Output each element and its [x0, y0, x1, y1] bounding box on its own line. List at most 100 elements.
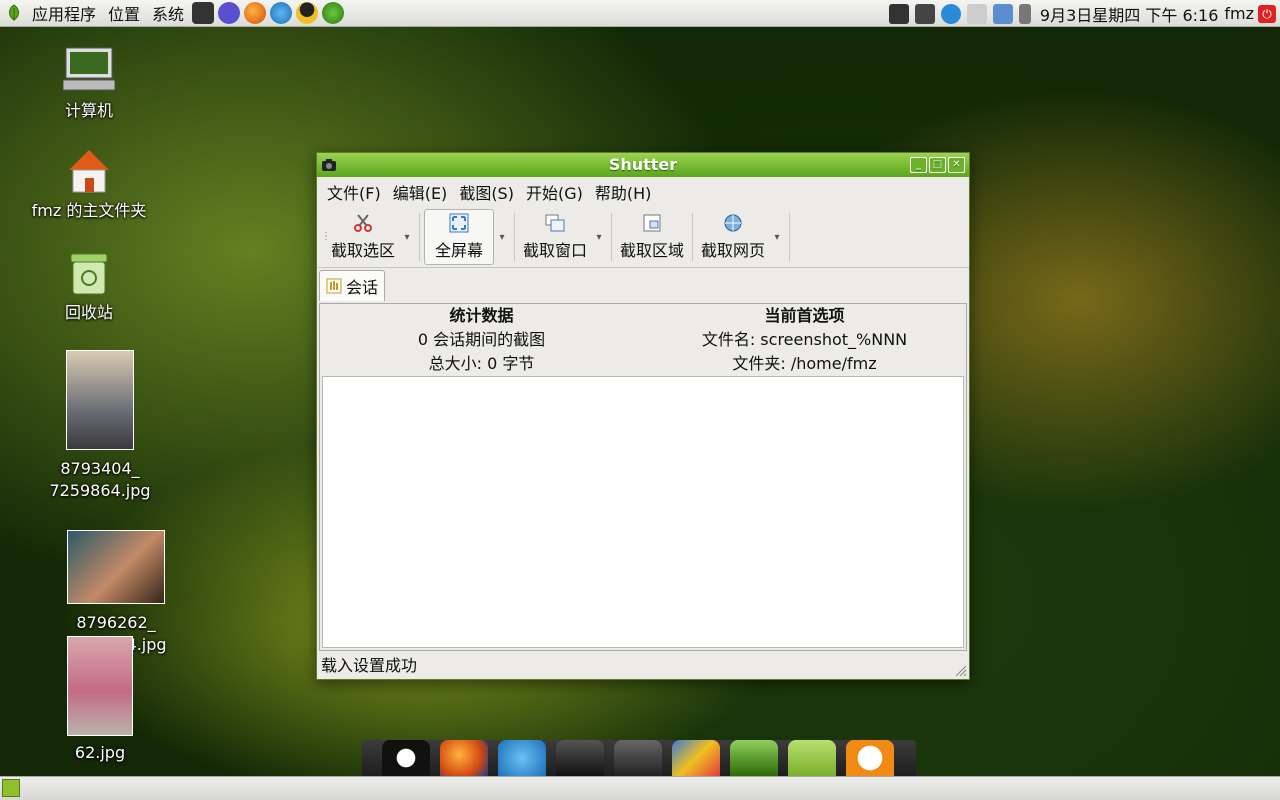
desktop-icon-label: 计算机	[64, 101, 113, 120]
statistics-column: 统计数据 0 会话期间的截图 总大小: 0 字节	[320, 304, 643, 376]
capture-section-button[interactable]: 截取区域	[616, 207, 688, 267]
firefox-launcher-icon[interactable]	[244, 2, 267, 24]
video-dock-icon[interactable]	[672, 740, 720, 776]
bottom-panel	[0, 776, 1280, 800]
desktop-dock-icon[interactable]	[788, 740, 836, 776]
menu-screenshot[interactable]: 截图(S)	[453, 180, 520, 204]
capture-window-button[interactable]: 截取窗口	[519, 207, 591, 267]
camera-launcher-icon[interactable]	[192, 2, 215, 24]
scissors-icon	[354, 214, 372, 232]
tool-label: 截取窗口	[523, 241, 588, 260]
capture-web-button[interactable]: 截取网页	[697, 207, 769, 267]
tab-session[interactable]: 会话	[319, 270, 386, 301]
trash-icon	[70, 253, 108, 295]
capture-selection-button[interactable]: 截取选区	[327, 207, 399, 267]
power-icon[interactable]: ⏻	[1258, 4, 1276, 23]
tab-strip: 会话	[317, 268, 969, 301]
printer-tray-icon[interactable]	[966, 3, 987, 24]
tool-label: 截取选区	[331, 241, 396, 260]
statistics-heading: 统计数据	[449, 306, 514, 325]
preferences-heading: 当前首选项	[764, 306, 845, 325]
camera-tray-icon-2[interactable]	[914, 3, 935, 24]
minimize-button[interactable]: _	[910, 157, 927, 173]
tool-label: 截取区域	[620, 241, 685, 260]
window-icon	[545, 214, 565, 232]
panel-left: 应用程序 位置 系统	[0, 0, 346, 26]
browser-dock-icon[interactable]	[498, 740, 546, 776]
toolbar-separator	[692, 213, 694, 261]
browser-tray-icon[interactable]	[940, 3, 961, 24]
menu-file[interactable]: 文件(F)	[321, 180, 387, 204]
turtle-launcher-icon[interactable]	[322, 2, 345, 24]
toolbar-separator	[789, 213, 791, 261]
desktop-icon-computer[interactable]: 计算机	[30, 44, 148, 122]
desktop-icon-home[interactable]: fmz 的主文件夹	[20, 148, 158, 222]
toolbar: ⋮ 截取选区 ▾ 全屏幕 ▾ 截取窗口 ▾ 截取区域 截取网页 ▾	[317, 207, 969, 268]
menu-go[interactable]: 开始(G)	[520, 180, 589, 204]
desktop-icon-trash[interactable]: 回收站	[30, 250, 148, 324]
fullscreen-dropdown-arrow[interactable]: ▾	[494, 207, 510, 267]
browser-launcher-icon[interactable]	[270, 2, 293, 24]
clock-dock-icon[interactable]	[846, 740, 894, 776]
volume-icon[interactable]	[1018, 3, 1031, 24]
system-menu[interactable]: 系统	[146, 1, 190, 25]
maximize-button[interactable]: □	[929, 157, 946, 173]
window-title: Shutter	[608, 155, 678, 174]
network-tray-icon[interactable]	[992, 3, 1013, 24]
desktop-icon-label: fmz 的主文件夹	[31, 201, 147, 220]
window-dropdown-arrow[interactable]: ▾	[591, 207, 607, 267]
desktop-icon-photo-3[interactable]: 62.jpg	[50, 636, 150, 764]
camera-dock-icon-2[interactable]	[614, 740, 662, 776]
dock	[362, 740, 916, 776]
window-titlebar[interactable]: Shutter _ □ ✕	[317, 153, 969, 177]
computer-icon	[62, 47, 116, 91]
photo-thumbnail	[67, 530, 165, 604]
top-panel: 应用程序 位置 系统 9月3日星期四 下午 6:16 fmz ⏻	[0, 0, 1280, 27]
tab-label: 会话	[346, 278, 379, 297]
camera-tray-icon[interactable]	[888, 3, 909, 24]
desktop-icon-label: 62.jpg	[74, 743, 126, 762]
capture-fullscreen-button[interactable]: 全屏幕	[424, 209, 495, 265]
session-icon	[326, 278, 342, 294]
desktop-icon-label: 8793404_ 7259864.jpg	[49, 459, 151, 500]
total-size: 总大小: 0 字节	[428, 354, 535, 373]
toolbar-separator	[611, 213, 613, 261]
screenshot-list[interactable]	[322, 376, 964, 648]
inkscape-dock-icon[interactable]	[730, 740, 778, 776]
window-controls: _ □ ✕	[910, 157, 965, 173]
toolbar-separator	[419, 213, 421, 261]
section-icon	[643, 214, 661, 232]
menu-edit[interactable]: 编辑(E)	[387, 180, 454, 204]
close-button[interactable]: ✕	[948, 157, 965, 173]
show-desktop-icon[interactable]	[2, 779, 20, 797]
filename-pref: 文件名: screenshot_%NNN	[701, 330, 908, 349]
home-folder-icon	[69, 150, 109, 193]
camera-icon	[322, 159, 336, 171]
shutter-window: Shutter _ □ ✕ 文件(F) 编辑(E) 截图(S) 开始(G) 帮助…	[316, 152, 970, 680]
firefox-dock-icon[interactable]	[440, 740, 488, 776]
desktop-icon-label: 回收站	[64, 303, 113, 322]
leaf-logo-icon[interactable]	[6, 4, 22, 22]
resize-grip-icon[interactable]	[953, 663, 967, 677]
wizard-launcher-icon[interactable]	[218, 2, 241, 24]
clock[interactable]: 9月3日星期四 下午 6:16	[1040, 2, 1218, 26]
selection-dropdown-arrow[interactable]: ▾	[399, 207, 415, 267]
statusbar: 载入设置成功	[317, 653, 969, 679]
screenshot-count: 0 会话期间的截图	[417, 330, 546, 349]
amarok-dock-icon[interactable]	[382, 740, 430, 776]
status-text: 载入设置成功	[321, 656, 418, 675]
toolbar-separator	[514, 213, 516, 261]
web-dropdown-arrow[interactable]: ▾	[769, 207, 785, 267]
menu-help[interactable]: 帮助(H)	[589, 180, 658, 204]
applications-menu[interactable]: 应用程序	[26, 1, 102, 25]
preferences-column: 当前首选项 文件名: screenshot_%NNN 文件夹: /home/fm…	[643, 304, 966, 376]
panel-right: 9月3日星期四 下午 6:16 fmz ⏻	[886, 0, 1280, 27]
places-menu[interactable]: 位置	[102, 1, 146, 25]
user-menu[interactable]: fmz	[1224, 4, 1254, 23]
tool-label: 全屏幕	[435, 241, 484, 260]
qq-launcher-icon[interactable]	[296, 2, 319, 24]
session-content: 统计数据 0 会话期间的截图 总大小: 0 字节 当前首选项 文件名: scre…	[319, 303, 967, 651]
photo-thumbnail	[67, 636, 133, 736]
camera-dock-icon[interactable]	[556, 740, 604, 776]
desktop-icon-photo-1[interactable]: 8793404_ 7259864.jpg	[40, 350, 160, 502]
